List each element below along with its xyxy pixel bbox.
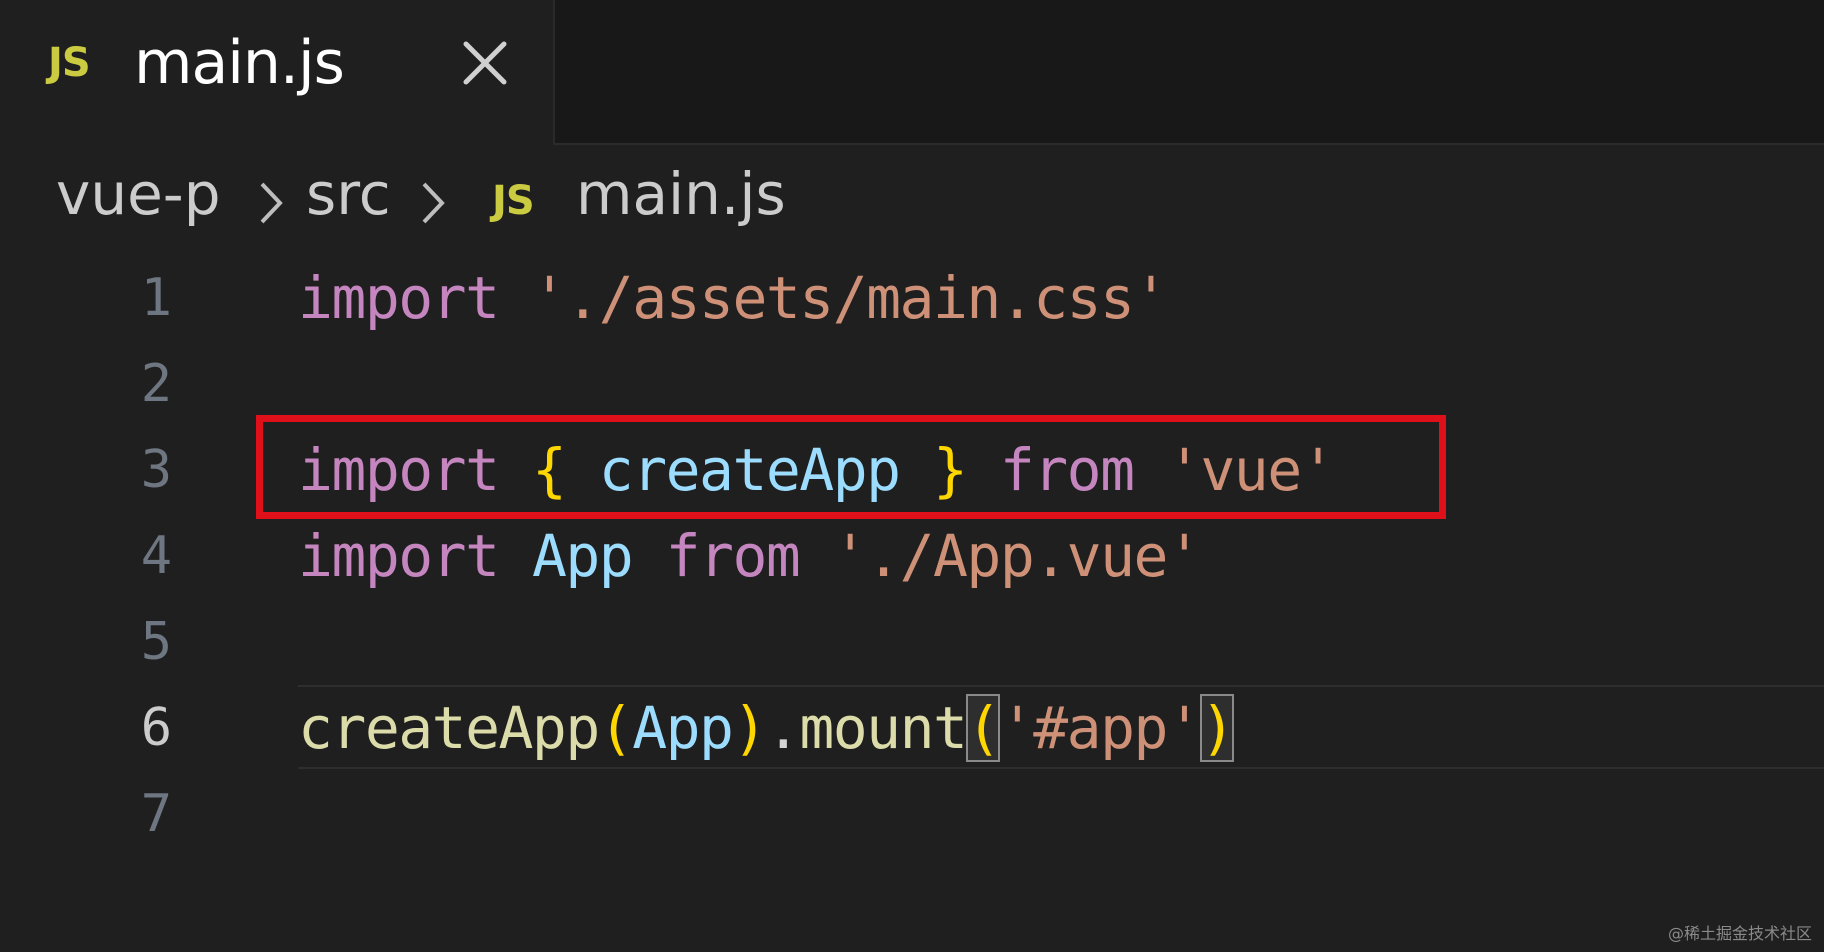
bracket-match-close: ) [1200, 694, 1235, 762]
line-number: 1 [140, 268, 172, 328]
string-literal: '#app' [999, 694, 1202, 762]
breadcrumb-item-vue-p[interactable]: vue-p [56, 160, 221, 228]
breadcrumb-item-src[interactable]: src [306, 160, 391, 228]
string-literal: './App.vue' [832, 522, 1202, 590]
breadcrumb-item-main-js[interactable]: main.js [576, 160, 786, 228]
method-mount: mount [799, 694, 968, 762]
line-number: 3 [140, 440, 172, 500]
keyword-from: from [665, 522, 801, 590]
javascript-file-icon: JS [48, 40, 91, 86]
tab-bar-divider [555, 143, 1824, 145]
keyword-import: import [298, 522, 500, 590]
keyword-import: import [298, 264, 500, 332]
line-number: 7 [140, 784, 172, 844]
line-number: 2 [140, 354, 172, 414]
dot-operator: . [765, 694, 801, 762]
tab-main-js[interactable]: JS main.js [0, 0, 555, 145]
code-line-6[interactable]: createApp(App).mount('#app') [298, 685, 1235, 771]
chevron-right-icon [256, 174, 286, 224]
code-editor[interactable]: 1 2 3 4 5 6 7 import './assets/main.css'… [0, 255, 1824, 855]
code-line-1[interactable]: import './assets/main.css' [298, 255, 1168, 341]
paren-open: ( [598, 694, 634, 762]
function-call-createApp: createApp [298, 694, 600, 762]
chevron-right-icon [418, 174, 448, 224]
line-number: 5 [140, 612, 172, 672]
watermark: @稀土掘金技术社区 [1667, 924, 1812, 943]
javascript-file-icon: JS [492, 178, 535, 224]
line-number-active: 6 [140, 698, 172, 758]
paren-close: ) [732, 694, 767, 762]
identifier-App: App [531, 522, 634, 590]
string-literal: './assets/main.css' [531, 264, 1168, 332]
close-icon[interactable] [458, 36, 512, 90]
identifier-App: App [632, 694, 734, 762]
tab-bar: JS main.js [0, 0, 1824, 145]
tab-title: main.js [134, 28, 345, 98]
bracket-match-open: ( [966, 694, 1001, 762]
line-number: 4 [140, 526, 172, 586]
red-highlight-box [256, 415, 1446, 519]
code-line-4[interactable]: import App from './App.vue' [298, 513, 1202, 599]
